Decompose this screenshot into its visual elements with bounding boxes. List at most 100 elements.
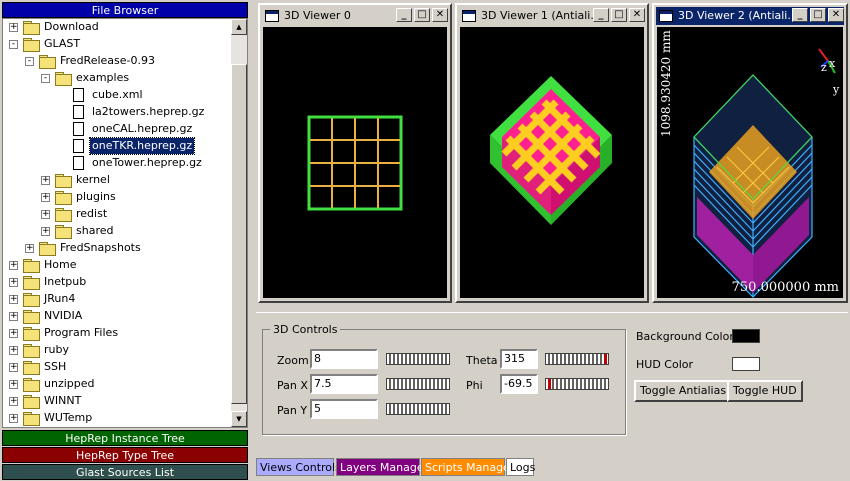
maximize-icon[interactable]: □ bbox=[611, 8, 627, 22]
heprep-instance-tree-tab[interactable]: HepRep Instance Tree bbox=[2, 430, 248, 446]
scroll-up-arrow-icon[interactable]: ▲ bbox=[231, 19, 247, 35]
tree-folder-item[interactable]: + NVIDIA bbox=[3, 308, 233, 325]
tree-folder-item[interactable]: + Download bbox=[3, 19, 233, 36]
tree-item-label[interactable]: Download bbox=[42, 19, 101, 35]
collapse-icon[interactable]: - bbox=[9, 40, 18, 49]
toggle-hud-button[interactable]: Toggle HUD bbox=[727, 380, 803, 402]
tree-item-label[interactable]: WUTemp bbox=[42, 410, 94, 426]
tree-folder-item[interactable]: + JRun4 bbox=[3, 291, 233, 308]
expand-icon[interactable]: + bbox=[9, 312, 18, 321]
tree-scrollbar[interactable]: ▲ ▼ bbox=[231, 19, 247, 427]
tree-folder-item[interactable]: - GLAST bbox=[3, 36, 233, 53]
theta-slider[interactable] bbox=[545, 353, 609, 365]
viewer-1-window[interactable]: 3D Viewer 1 (Antiali... _ □ ✕ bbox=[455, 3, 649, 303]
tree-item-label[interactable]: NVIDIA bbox=[42, 308, 84, 324]
tree-folder-item[interactable]: - FredRelease-0.93 bbox=[3, 53, 233, 70]
tree-item-label[interactable]: JRun4 bbox=[42, 291, 77, 307]
collapse-icon[interactable]: - bbox=[41, 74, 50, 83]
tree-item-label[interactable]: Inetpub bbox=[42, 274, 88, 290]
heprep-type-tree-tab[interactable]: HepRep Type Tree bbox=[2, 447, 248, 463]
tree-item-label[interactable]: Program Files bbox=[42, 325, 120, 341]
expand-icon[interactable]: + bbox=[9, 346, 18, 355]
expand-icon[interactable]: + bbox=[9, 261, 18, 270]
tree-folder-item[interactable]: + Program Files bbox=[3, 325, 233, 342]
tree-file-item[interactable]: cube.xml bbox=[3, 87, 233, 104]
tree-folder-item[interactable]: - examples bbox=[3, 70, 233, 87]
hud-color-swatch[interactable] bbox=[732, 357, 760, 371]
tree-item-label[interactable]: examples bbox=[74, 70, 131, 86]
viewer-2-window[interactable]: 3D Viewer 2 (Antiali... _ □ ✕ z x y 1098… bbox=[652, 3, 848, 303]
background-color-swatch[interactable] bbox=[732, 329, 760, 343]
tree-item-label[interactable]: redist bbox=[74, 206, 109, 222]
pan-x-field[interactable]: 7.5 bbox=[310, 374, 378, 394]
collapse-icon[interactable]: - bbox=[25, 57, 34, 66]
expand-icon[interactable]: + bbox=[9, 397, 18, 406]
tree-folder-item[interactable]: + plugins bbox=[3, 189, 233, 206]
viewer-2-canvas[interactable]: z x y 1098.930420 mm 750.000000 mm bbox=[657, 27, 843, 298]
minimize-icon[interactable]: _ bbox=[593, 8, 609, 22]
expand-icon[interactable]: + bbox=[9, 380, 18, 389]
maximize-icon[interactable]: □ bbox=[810, 8, 826, 22]
expand-icon[interactable]: + bbox=[41, 210, 50, 219]
tree-item-label[interactable]: plugins bbox=[74, 189, 118, 205]
pan-x-slider[interactable] bbox=[386, 378, 450, 390]
tree-item-label[interactable]: SSH bbox=[42, 359, 68, 375]
tree-file-item[interactable]: oneTower.heprep.gz bbox=[3, 155, 233, 172]
tree-folder-item[interactable]: + unzipped bbox=[3, 376, 233, 393]
tab-logs[interactable]: Logs bbox=[506, 458, 535, 476]
file-tree[interactable]: + Download - GLAST - FredRelease-0.93- example… bbox=[2, 18, 248, 428]
phi-slider-thumb[interactable] bbox=[548, 379, 551, 389]
tab-layers-manager[interactable]: Layers Manager bbox=[336, 458, 428, 476]
phi-field[interactable]: -69.5 bbox=[500, 374, 538, 394]
maximize-icon[interactable]: □ bbox=[414, 8, 430, 22]
tree-file-item[interactable]: oneCAL.heprep.gz bbox=[3, 121, 233, 138]
tree-folder-item[interactable]: + WINNT bbox=[3, 393, 233, 410]
tree-item-label[interactable]: FredSnapshots bbox=[58, 240, 143, 256]
expand-icon[interactable]: + bbox=[41, 176, 50, 185]
expand-icon[interactable]: + bbox=[9, 414, 18, 423]
theta-slider-thumb[interactable] bbox=[604, 354, 607, 364]
zoom-slider[interactable] bbox=[386, 353, 450, 365]
tree-folder-item[interactable]: + kernel bbox=[3, 172, 233, 189]
tree-item-label[interactable]: ruby bbox=[42, 342, 71, 358]
expand-icon[interactable]: + bbox=[9, 23, 18, 32]
tab-views-controls[interactable]: Views Controls bbox=[256, 458, 341, 476]
scroll-thumb[interactable] bbox=[231, 64, 247, 404]
file-browser-title[interactable]: File Browser bbox=[2, 2, 248, 18]
minimize-icon[interactable]: _ bbox=[792, 8, 808, 22]
tree-file-item[interactable]: la2towers.heprep.gz bbox=[3, 104, 233, 121]
close-icon[interactable]: ✕ bbox=[432, 8, 448, 22]
tree-folder-item[interactable]: + Home bbox=[3, 257, 233, 274]
viewer-0-window[interactable]: 3D Viewer 0 _ □ ✕ bbox=[258, 3, 452, 303]
tree-file-item[interactable]: oneTKR.heprep.gz bbox=[3, 137, 233, 155]
tree-item-label[interactable]: WINNT bbox=[42, 393, 83, 409]
tree-item-label[interactable]: kernel bbox=[74, 172, 112, 188]
viewer-0-canvas[interactable] bbox=[263, 27, 447, 298]
expand-icon[interactable]: + bbox=[9, 329, 18, 338]
tree-folder-item[interactable]: + shared bbox=[3, 223, 233, 240]
close-icon[interactable]: ✕ bbox=[629, 8, 645, 22]
viewer-1-canvas[interactable] bbox=[460, 27, 644, 298]
tab-scripts-manager[interactable]: Scripts Manager bbox=[421, 458, 514, 476]
toggle-antialias-button[interactable]: Toggle Antialias bbox=[634, 380, 733, 402]
minimize-icon[interactable]: _ bbox=[396, 8, 412, 22]
zoom-field[interactable]: 8 bbox=[310, 349, 378, 369]
pan-y-field[interactable]: 5 bbox=[310, 399, 378, 419]
tree-item-label[interactable]: GLAST bbox=[42, 36, 82, 52]
tree-item-label[interactable]: la2towers.heprep.gz bbox=[90, 104, 206, 120]
tree-folder-item[interactable]: + Inetpub bbox=[3, 274, 233, 291]
tree-folder-item[interactable]: + SSH bbox=[3, 359, 233, 376]
tree-item-label[interactable]: FredRelease-0.93 bbox=[58, 53, 157, 69]
tree-item-label[interactable]: unzipped bbox=[42, 376, 97, 392]
tree-item-label[interactable]: shared bbox=[74, 223, 115, 239]
expand-icon[interactable]: + bbox=[9, 363, 18, 372]
expand-icon[interactable]: + bbox=[25, 244, 34, 253]
tree-item-label[interactable]: Home bbox=[42, 257, 78, 273]
tree-folder-item[interactable]: + redist bbox=[3, 206, 233, 223]
tree-folder-item[interactable]: + ruby bbox=[3, 342, 233, 359]
expand-icon[interactable]: + bbox=[41, 193, 50, 202]
glast-sources-list-tab[interactable]: Glast Sources List bbox=[2, 464, 248, 480]
expand-icon[interactable]: + bbox=[41, 227, 50, 236]
theta-field[interactable]: 315 bbox=[500, 349, 538, 369]
tree-folder-item[interactable]: + FredSnapshots bbox=[3, 240, 233, 257]
